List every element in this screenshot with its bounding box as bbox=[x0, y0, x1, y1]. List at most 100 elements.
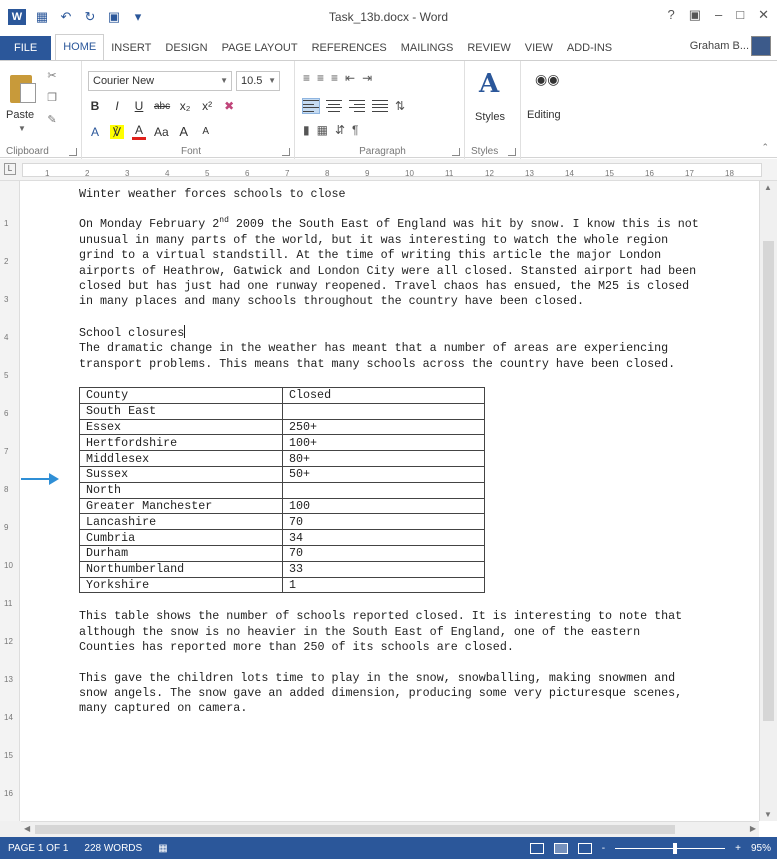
collapse-ribbon-icon[interactable]: ⌃ bbox=[761, 142, 769, 153]
scroll-right-icon[interactable]: ▶ bbox=[750, 824, 756, 833]
tab-design[interactable]: DESIGN bbox=[158, 36, 214, 60]
proofing-icon[interactable]: ▦ bbox=[150, 843, 175, 854]
decrease-indent-icon[interactable]: ⇤ bbox=[345, 71, 355, 85]
bold-button[interactable]: B bbox=[88, 99, 102, 113]
scroll-down-icon[interactable]: ▼ bbox=[764, 810, 772, 819]
ribbon-display-options-icon[interactable]: ▣ bbox=[689, 7, 701, 23]
page-indicator[interactable]: PAGE 1 OF 1 bbox=[0, 843, 76, 854]
align-right-icon[interactable] bbox=[349, 99, 365, 113]
zoom-in-button[interactable]: + bbox=[735, 843, 741, 854]
closed-count-cell[interactable]: 1 bbox=[282, 576, 485, 594]
clear-formatting-icon[interactable]: ✖ bbox=[222, 99, 236, 113]
web-layout-icon[interactable] bbox=[577, 842, 592, 854]
print-preview-icon[interactable]: ▣ bbox=[106, 9, 122, 25]
format-painter-icon[interactable]: ✎ bbox=[44, 113, 60, 129]
scroll-left-icon[interactable]: ◀ bbox=[24, 824, 30, 833]
multilevel-list-icon[interactable]: ≡ bbox=[331, 71, 338, 85]
closed-count-cell[interactable]: 70 bbox=[282, 513, 485, 531]
grow-font-button[interactable]: A bbox=[177, 124, 191, 139]
justify-icon[interactable] bbox=[372, 99, 388, 113]
styles-launcher-icon[interactable] bbox=[508, 148, 516, 156]
print-layout-icon[interactable] bbox=[553, 842, 568, 854]
closed-count-cell[interactable]: 50+ bbox=[282, 466, 485, 483]
cut-icon[interactable]: ✂ bbox=[44, 69, 60, 85]
binoculars-icon[interactable]: ◉◉ bbox=[535, 71, 559, 88]
copy-icon[interactable]: ❐ bbox=[44, 91, 60, 107]
superscript-button[interactable]: x² bbox=[200, 99, 214, 113]
closed-count-cell[interactable]: 100 bbox=[282, 497, 485, 515]
ruler-scale[interactable]: 1 2 3 4 5 6 7 8 9 10 11 12 13 14 15 16 17 18 bbox=[22, 163, 762, 178]
redo-icon[interactable]: ↻ bbox=[82, 9, 98, 25]
closed-count-cell[interactable]: 250+ bbox=[282, 418, 485, 436]
tab-mailings[interactable]: MAILINGS bbox=[394, 36, 461, 60]
customize-qat-icon[interactable]: ▾ bbox=[130, 9, 146, 25]
paragraph-3[interactable]: This table shows the number of schools r… bbox=[79, 609, 699, 655]
tab-file[interactable]: FILE bbox=[0, 36, 52, 60]
closed-count-cell[interactable]: 34 bbox=[282, 529, 485, 547]
maximize-button[interactable]: □ bbox=[736, 7, 744, 23]
document-body[interactable]: Winter weather forces schools to close O… bbox=[79, 187, 699, 732]
shrink-font-button[interactable]: A bbox=[199, 126, 213, 137]
zoom-slider-thumb[interactable] bbox=[673, 842, 678, 854]
county-cell[interactable]: Yorkshire bbox=[79, 576, 283, 594]
scroll-up-icon[interactable]: ▲ bbox=[764, 183, 772, 192]
styles-button[interactable]: Styles bbox=[475, 111, 505, 123]
county-cell[interactable]: Middlesex bbox=[79, 450, 283, 468]
vertical-scrollbar[interactable]: ▲ ▼ bbox=[759, 181, 777, 821]
paste-icon[interactable] bbox=[8, 71, 38, 105]
zoom-level[interactable]: 95% bbox=[751, 843, 771, 854]
tab-page-layout[interactable]: PAGE LAYOUT bbox=[215, 36, 305, 60]
zoom-out-button[interactable]: - bbox=[602, 843, 605, 854]
underline-button[interactable]: U bbox=[132, 99, 146, 113]
tab-view[interactable]: VIEW bbox=[518, 36, 560, 60]
county-cell[interactable]: South East bbox=[79, 402, 283, 420]
paste-dropdown-icon[interactable]: ▼ bbox=[18, 124, 26, 133]
help-button[interactable]: ? bbox=[667, 7, 674, 23]
change-case-button[interactable]: Aa bbox=[154, 125, 169, 139]
borders-icon[interactable]: ▦ bbox=[317, 123, 328, 137]
document-title[interactable]: Winter weather forces schools to close bbox=[79, 187, 699, 202]
horizontal-scroll-thumb[interactable] bbox=[35, 825, 675, 834]
save-icon[interactable]: ▦ bbox=[34, 9, 50, 25]
styles-gallery-icon[interactable]: A bbox=[479, 69, 499, 99]
table-header-cell[interactable]: Closed bbox=[282, 387, 485, 404]
sort-icon[interactable]: ⇵ bbox=[335, 123, 345, 137]
highlight-color-icon[interactable]: ℣ bbox=[110, 124, 124, 139]
county-cell[interactable]: Northumberland bbox=[79, 560, 283, 578]
document-canvas[interactable]: Winter weather forces schools to close O… bbox=[21, 181, 759, 821]
tab-insert[interactable]: INSERT bbox=[104, 36, 158, 60]
shading-icon[interactable]: ▮ bbox=[303, 123, 310, 137]
closed-count-cell[interactable] bbox=[282, 402, 485, 420]
vertical-scroll-thumb[interactable] bbox=[763, 241, 774, 721]
closed-count-cell[interactable]: 80+ bbox=[282, 450, 485, 468]
show-formatting-button[interactable]: ¶ bbox=[352, 123, 358, 137]
clipboard-launcher-icon[interactable] bbox=[69, 148, 77, 156]
font-name-dropdown[interactable]: Courier New ▼ bbox=[88, 71, 232, 91]
vertical-ruler[interactable]: 1 2 3 4 5 6 7 8 9 10 11 12 13 14 15 16 bbox=[0, 181, 20, 821]
table-header-cell[interactable]: County bbox=[79, 387, 283, 404]
section-heading[interactable]: School closures bbox=[79, 324, 699, 341]
paste-button[interactable]: Paste bbox=[6, 109, 34, 121]
closed-count-cell[interactable] bbox=[282, 481, 485, 499]
closed-count-cell[interactable]: 33 bbox=[282, 560, 485, 578]
align-center-icon[interactable] bbox=[326, 99, 342, 113]
undo-icon[interactable]: ↶ bbox=[58, 9, 74, 25]
county-cell[interactable]: Sussex bbox=[79, 466, 283, 483]
minimize-button[interactable]: – bbox=[715, 7, 722, 23]
tab-references[interactable]: REFERENCES bbox=[305, 36, 394, 60]
numbering-icon[interactable]: ≡ bbox=[317, 71, 324, 85]
county-cell[interactable]: Lancashire bbox=[79, 513, 283, 531]
closures-table[interactable]: County Closed South East Essex 250+ Hertfor… bbox=[79, 387, 485, 594]
county-cell[interactable]: Essex bbox=[79, 418, 283, 436]
italic-button[interactable]: I bbox=[110, 99, 124, 113]
bullets-icon[interactable]: ≡ bbox=[303, 71, 310, 85]
paragraph-1[interactable]: On Monday February 2nd 2009 the South Ea… bbox=[79, 217, 699, 309]
editing-button[interactable]: Editing bbox=[527, 109, 561, 121]
paragraph-2[interactable]: The dramatic change in the weather has m… bbox=[79, 341, 699, 372]
font-color-icon[interactable]: A bbox=[132, 123, 146, 140]
user-name[interactable]: Graham B... bbox=[690, 40, 749, 52]
align-left-icon[interactable] bbox=[302, 98, 320, 114]
strikethrough-button[interactable]: abc bbox=[154, 101, 170, 112]
tab-review[interactable]: REVIEW bbox=[460, 36, 517, 60]
line-spacing-icon[interactable]: ⇅ bbox=[395, 99, 405, 113]
